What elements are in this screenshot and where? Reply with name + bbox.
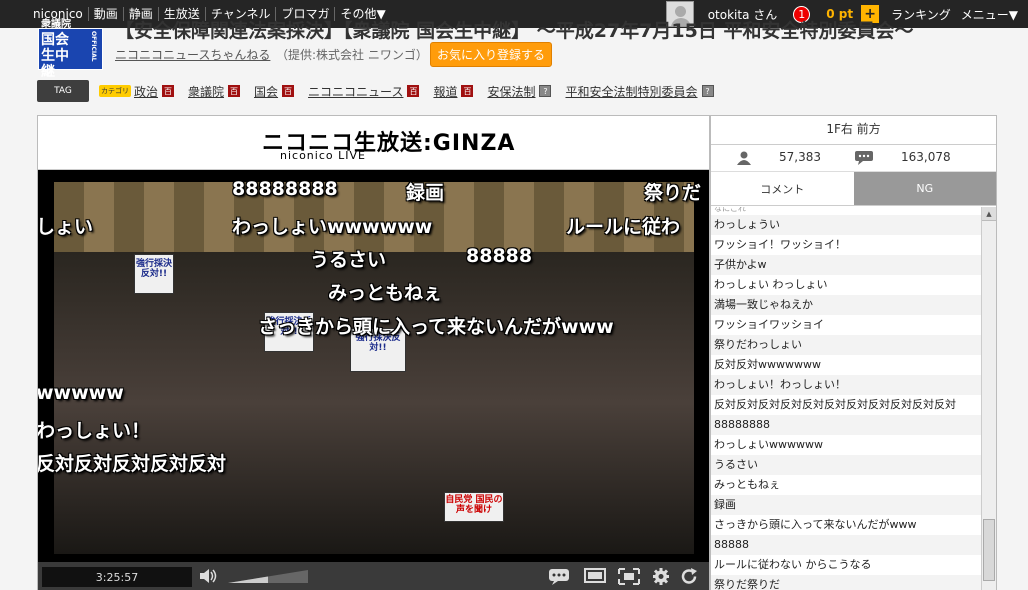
tag-item: 衆議院百: [188, 83, 241, 100]
tag-bar: TAG カテゴリ 政治百衆議院百国会百ニコニコニュース百報道百安保法制? 平和安全法…: [37, 79, 997, 103]
comment-row[interactable]: 反対反対wwwwwww: [711, 355, 982, 375]
dictionary-icon[interactable]: 百: [162, 85, 175, 97]
tag-list: カテゴリ 政治百衆議院百国会百ニコニコニュース百報道百安保法制? 平和安全法制特別委…: [99, 83, 728, 100]
volume-icon[interactable]: [198, 568, 218, 584]
comment-row[interactable]: 祭りだ祭りだ: [711, 575, 982, 590]
comment-row[interactable]: わっしょいwwwwww: [711, 435, 982, 455]
tag-item: 平和安全法制特別委員会?: [565, 83, 714, 100]
protest-sign: 強行採決反対!!: [264, 312, 314, 352]
tag-label-button[interactable]: TAG: [37, 80, 89, 102]
tag-link[interactable]: 国会: [254, 83, 278, 100]
comment-scrollbar[interactable]: ▲: [981, 207, 996, 590]
comment-count-icon: [855, 151, 873, 165]
fullscreen-icon[interactable]: [618, 568, 640, 585]
comment-row[interactable]: わっしょい！わっしょい！: [711, 375, 982, 395]
video-scene: [54, 252, 694, 554]
viewer-count: 57,383: [779, 150, 821, 164]
comment-row[interactable]: うるさい: [711, 455, 982, 475]
comment-row[interactable]: わっしょい わっしょい: [711, 275, 982, 295]
protest-sign: 自民党 国民の声を聞け: [444, 492, 504, 522]
tag-item: 安保法制?: [487, 83, 552, 100]
comment-row[interactable]: ルールに従わない からこうなる: [711, 555, 982, 575]
comment-toggle-icon[interactable]: [548, 568, 570, 585]
comment-row[interactable]: なにこれ: [711, 207, 982, 215]
seat-info: 1F右 前方: [711, 116, 996, 145]
official-label: OFFICIAL: [90, 31, 97, 62]
tag-link[interactable]: 平和安全法制特別委員会: [565, 83, 697, 100]
reload-icon[interactable]: [678, 568, 700, 585]
channel-logo-top: 衆議院: [41, 19, 71, 30]
viewer-icon: [737, 151, 751, 165]
stats-row: 57,383 163,078: [711, 145, 996, 172]
comment-row[interactable]: 88888888: [711, 415, 982, 435]
tag-link[interactable]: 安保法制: [487, 83, 535, 100]
comment-row[interactable]: みっともねぇ: [711, 475, 982, 495]
comment-row[interactable]: 録画: [711, 495, 982, 515]
tab-ng[interactable]: NG: [853, 172, 996, 205]
tag-link[interactable]: 衆議院: [188, 83, 224, 100]
dictionary-icon[interactable]: 百: [282, 85, 295, 97]
scroll-up-arrow-icon[interactable]: ▲: [982, 207, 996, 221]
channel-name-link[interactable]: ニコニコニュースちゃんねる: [115, 46, 270, 63]
seek-time-display[interactable]: 3:25:57: [42, 567, 192, 587]
video-player[interactable]: ニコニコ生放送:GINZA niconico LIVE 強行採決反対!! 強行採…: [37, 115, 710, 590]
player-logo-area: ニコニコ生放送:GINZA niconico LIVE: [38, 116, 709, 170]
provider-text: （提供:株式会社 ニワンゴ）: [276, 48, 428, 62]
comment-row[interactable]: さっきから頭に入って来ないんだがwww: [711, 515, 982, 535]
no-dictionary-icon[interactable]: ?: [539, 85, 552, 97]
favorite-button[interactable]: お気に入り登録する: [430, 42, 553, 67]
channel-logo-text: 国会生中継: [41, 32, 69, 80]
comment-row[interactable]: 子供かよw: [711, 255, 982, 275]
dictionary-icon[interactable]: 百: [461, 85, 474, 97]
comment-panel: 1F右 前方 57,383 163,078 コメント NG なにこれ わっしょうい…: [710, 115, 997, 590]
player-controls: 3:25:57: [38, 562, 709, 590]
video-frame[interactable]: 強行採決反対!! 強行採決反対!! 強行採決反対!! 自民党 国民の声を聞け: [54, 182, 694, 554]
category-badge: カテゴリ: [99, 85, 131, 97]
comment-row[interactable]: わっしょうい: [711, 215, 982, 235]
comment-row[interactable]: ワッショイ！ワッショイ！: [711, 235, 982, 255]
protest-sign: 強行採決反対!!: [350, 328, 406, 372]
niconama-logo-sub: niconico LIVE: [280, 149, 366, 162]
dictionary-icon[interactable]: 百: [407, 85, 420, 97]
volume-slider[interactable]: [228, 570, 308, 583]
comment-row[interactable]: 88888: [711, 535, 982, 555]
dictionary-icon[interactable]: 百: [228, 85, 241, 97]
comment-row[interactable]: 満場一致じゃねえか: [711, 295, 982, 315]
tag-link[interactable]: 政治: [134, 83, 158, 100]
comment-row[interactable]: 反対反対反対反対反対反対反対反対反対反対反対: [711, 395, 982, 415]
comment-tabs: コメント NG: [711, 172, 996, 206]
comment-row[interactable]: 祭りだわっしょい: [711, 335, 982, 355]
protest-sign: 強行採決反対!!: [134, 254, 174, 294]
comment-list[interactable]: なにこれ わっしょうい ワッショイ！ワッショイ！ 子供かよw わっしょい わっしょい 満場…: [711, 207, 982, 590]
comment-count: 163,078: [901, 150, 951, 164]
comment-row[interactable]: ワッショイワッショイ: [711, 315, 982, 335]
program-title: 【安全保障関連法案採決】【衆議院 国会生中継】 ～平成27年7月15日 平和安全…: [115, 20, 914, 42]
program-header: 衆議院 国会生中継 OFFICIAL 【安全保障関連法案採決】【衆議院 国会生中…: [0, 20, 1028, 80]
tab-comment[interactable]: コメント: [711, 172, 854, 205]
tag-link[interactable]: ニコニコニュース: [308, 83, 403, 100]
channel-logo[interactable]: 衆議院 国会生中継 OFFICIAL: [38, 20, 103, 80]
tag-item: カテゴリ 政治百: [99, 83, 175, 100]
no-dictionary-icon[interactable]: ?: [701, 85, 714, 97]
gear-icon[interactable]: [650, 568, 672, 585]
tag-item: ニコニコニュース百: [308, 83, 420, 100]
scrollbar-thumb[interactable]: [983, 519, 995, 581]
tag-item: 国会百: [254, 83, 295, 100]
screen-mode-icon[interactable]: [584, 568, 606, 585]
tag-item: 報道百: [433, 83, 474, 100]
tag-link[interactable]: 報道: [433, 83, 457, 100]
